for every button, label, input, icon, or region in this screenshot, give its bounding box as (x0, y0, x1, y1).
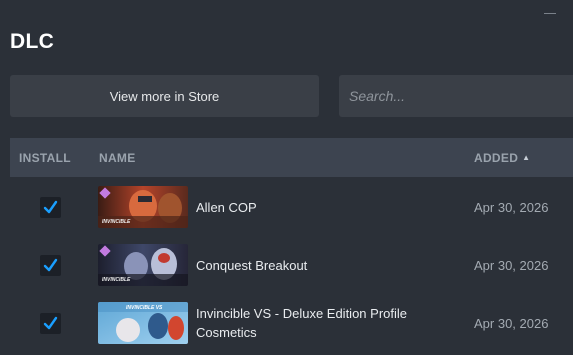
thumb-label: INVINCIBLE VS (126, 305, 163, 311)
column-header-added[interactable]: ADDED ▲ (474, 151, 530, 165)
table-row[interactable]: INVINCIBLE VS Invincible VS - Deluxe Edi… (10, 294, 573, 352)
thumb-label: INVINCIBLE (102, 219, 131, 225)
dlc-name[interactable]: Conquest Breakout (196, 236, 456, 294)
table-row[interactable]: INVINCIBLE Conquest Breakout Apr 30, 202… (10, 236, 573, 294)
dlc-thumbnail: INVINCIBLE (98, 186, 188, 228)
dlc-added-date: Apr 30, 2026 (474, 257, 549, 273)
caret-up-icon: ▲ (522, 153, 531, 162)
dlc-thumbnail: INVINCIBLE VS (98, 302, 188, 344)
table-row[interactable]: INVINCIBLE Allen COP Apr 30, 2026 (10, 178, 573, 236)
column-header-install[interactable]: INSTALL (19, 151, 71, 165)
install-checkbox[interactable] (40, 313, 61, 334)
dlc-name[interactable]: Allen COP (196, 178, 456, 236)
checkmark-icon (43, 200, 58, 214)
dlc-added-date: Apr 30, 2026 (474, 315, 549, 331)
dlc-added-date: Apr 30, 2026 (474, 199, 549, 215)
dlc-name[interactable]: Invincible VS - Deluxe Edition Profile C… (196, 294, 456, 352)
checkmark-icon (43, 316, 58, 330)
minimize-icon[interactable] (544, 13, 556, 14)
search-input[interactable] (339, 75, 573, 117)
view-more-in-store-button[interactable]: View more in Store (10, 75, 319, 117)
table-header: INSTALL NAME ADDED ▲ (10, 138, 573, 177)
page-title: DLC (10, 30, 55, 53)
install-checkbox[interactable] (40, 197, 61, 218)
dlc-thumbnail: INVINCIBLE (98, 244, 188, 286)
install-checkbox[interactable] (40, 255, 61, 276)
thumb-label: INVINCIBLE (102, 277, 131, 283)
column-header-added-label: ADDED (474, 150, 519, 165)
checkmark-icon (43, 258, 58, 272)
column-header-name[interactable]: NAME (99, 151, 136, 165)
